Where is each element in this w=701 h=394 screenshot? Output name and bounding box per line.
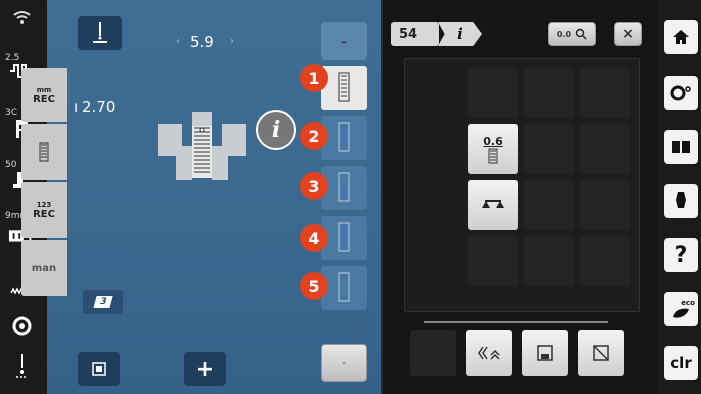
add-label: + [195,356,215,382]
scroll-up-button[interactable]: - [321,22,367,60]
grid-cell [580,236,630,286]
foot-pressure-value: 50 [5,160,17,170]
close-button[interactable]: × [614,22,642,46]
home-icon [673,30,689,44]
info-tab[interactable]: i [438,22,482,46]
step-3-stitch-icon [336,172,352,206]
help-button[interactable]: ? [664,238,698,272]
stitch-width-value: 5.9 [190,33,214,51]
info-tab-label: i [457,25,463,43]
buttonhole-preview [158,112,246,186]
grid-cell [524,68,574,118]
single-pattern-button[interactable] [78,352,120,386]
step-1-stitch-icon [336,72,352,106]
mirror-button[interactable] [466,330,512,376]
scroll-down-button[interactable]: - [321,344,367,382]
tab-count-rec[interactable]: 123 REC [21,182,67,238]
toolbar-slot [410,330,456,376]
delete-icon [593,345,609,361]
gear-icon [670,85,691,101]
presser-foot-label: 3 [93,296,113,308]
tutorial-button[interactable] [664,184,698,218]
step-2-stitch-icon [336,122,352,156]
tab-manual[interactable]: man [21,240,67,296]
step-marker-3: 3 [300,172,328,200]
save-icon [537,345,553,361]
leaf-icon [673,308,689,318]
grid-cell [580,68,630,118]
balance-button[interactable] [468,180,518,230]
step-marker-4: 4 [300,224,328,252]
stitch-length-value: 2.70 [82,98,116,116]
grid-cell [524,180,574,230]
scroll-down-label: - [342,357,346,369]
presser-foot-value: 3C [5,108,18,118]
guide-button[interactable] [664,130,698,164]
step-marker-1: 1 [300,64,328,92]
needle-stop-icon[interactable] [8,354,36,378]
grid-cell [580,180,630,230]
eco-label: eco [681,299,695,307]
width-increase-arrow[interactable]: › [230,36,234,47]
grid-cell [468,68,518,118]
step-marker-5: 5 [300,272,328,300]
tab-manual-rec[interactable]: mm REC [21,68,67,122]
grid-cell [524,236,574,286]
grid-cell [580,124,630,174]
scroll-up-label: - [341,31,347,51]
eco-button[interactable]: eco [664,292,698,326]
clear-button[interactable]: clr [664,346,698,380]
zoom-value: 0.0 [556,29,572,39]
magnifier-icon [575,28,587,40]
step-5-stitch-icon [336,272,352,306]
step-marker-2: 2 [300,122,328,150]
wifi-icon [8,6,36,28]
step-4-stitch-icon [336,222,352,256]
add-pattern-button[interactable]: + [184,352,226,386]
setup-button[interactable] [664,76,698,110]
divider [424,321,608,323]
zoom-button[interactable]: 0.0 [548,22,596,46]
needle-position-button[interactable] [78,16,122,50]
book-icon [672,141,690,153]
width-decrease-arrow[interactable]: ‹ [176,36,180,47]
save-button[interactable] [522,330,568,376]
buttonhole-length-button[interactable]: 0.6 [468,124,518,174]
clear-label: clr [670,354,692,372]
balance-icon [482,200,504,208]
bobbin-icon[interactable] [8,315,36,337]
pattern-number-badge: 54 [391,22,439,46]
presser-foot-indicator[interactable]: 3 [83,290,123,314]
close-label: × [622,26,634,42]
help-label: ? [674,242,688,268]
info-button[interactable]: i [256,110,296,150]
grid-cell [468,236,518,286]
grid-cell [524,124,574,174]
length-increase-arrow[interactable]: ı [74,98,78,116]
home-button[interactable] [664,20,698,54]
tab-buttonhole-length[interactable] [21,124,67,180]
length-value: 0.6 [483,134,503,148]
dress-form-icon [676,192,686,208]
delete-button[interactable] [578,330,624,376]
